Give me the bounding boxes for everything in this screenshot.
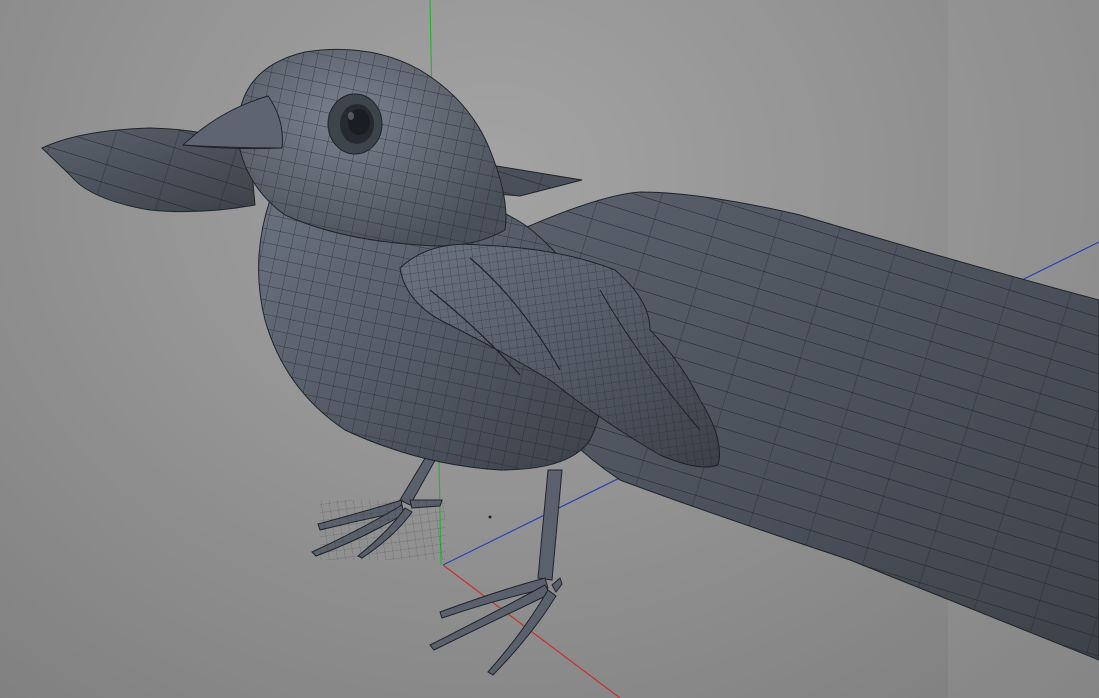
- left-leg[interactable]: [311, 449, 445, 560]
- stray-vertex: [488, 515, 492, 519]
- scene-canvas[interactable]: [0, 0, 1099, 698]
- tail[interactable]: [519, 191, 1099, 661]
- beak: [181, 95, 283, 150]
- 3d-viewport[interactable]: [0, 0, 1099, 698]
- bird-head[interactable]: [181, 48, 507, 247]
- right-leg[interactable]: [429, 469, 563, 676]
- eye: [327, 93, 383, 155]
